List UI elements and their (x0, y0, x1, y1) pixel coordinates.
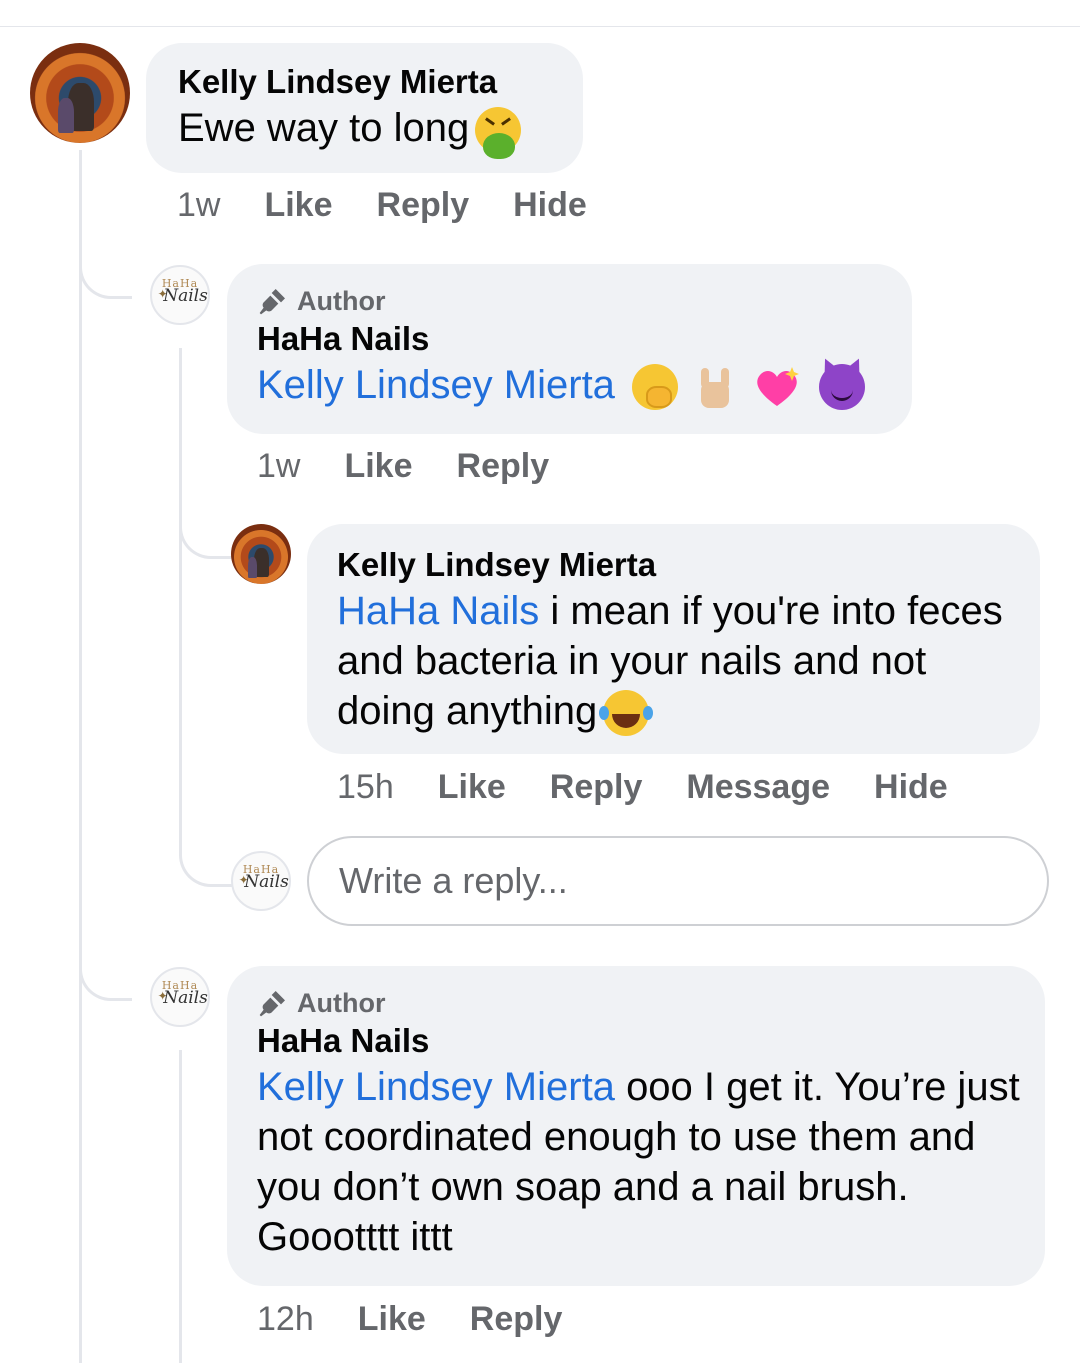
comment-time: 15h (337, 768, 394, 806)
avatar[interactable]: HaHa ✦ Nails (150, 265, 210, 325)
comment-time: 1w (257, 447, 301, 485)
hide-button[interactable]: Hide (874, 768, 948, 807)
comment-actions: 12h Like Reply (257, 1300, 606, 1339)
comment-text: Kelly Lindsey Mierta ooo I get it. You’r… (257, 1065, 1020, 1259)
thread-line-nested (179, 348, 182, 838)
author-badge: Author (257, 284, 912, 318)
thread-line-main (79, 150, 82, 1363)
hide-button[interactable]: Hide (513, 186, 587, 225)
avatar: HaHa ✦ Nails (231, 851, 291, 911)
thread-connector-3 (179, 820, 232, 887)
rock-on-hand-emoji (695, 364, 735, 410)
nauseated-vomit-emoji (475, 107, 522, 160)
top-divider (0, 0, 1080, 27)
reply-button[interactable]: Reply (550, 768, 643, 807)
comment-time: 1w (177, 186, 221, 224)
author-badge: Author (257, 986, 1045, 1020)
thread-connector-4 (79, 940, 132, 1001)
mention-link[interactable]: HaHa Nails (337, 589, 539, 633)
reply-input[interactable]: Write a reply... (307, 836, 1049, 926)
comment-author-name[interactable]: Kelly Lindsey Mierta (178, 61, 583, 103)
like-button[interactable]: Like (264, 186, 332, 225)
thread-connector-2 (179, 500, 232, 559)
comment-bubble: Author HaHa Nails Kelly Lindsey Mierta o… (227, 966, 1045, 1286)
mention-link[interactable]: Kelly Lindsey Mierta (257, 363, 615, 407)
comment-actions: 1w Like Reply (257, 447, 593, 486)
comment-time: 12h (257, 1300, 314, 1338)
smiling-devil-emoji (819, 356, 866, 411)
like-button[interactable]: Like (344, 447, 412, 486)
comment-author-name[interactable]: HaHa Nails (257, 1020, 1045, 1062)
thread-line-nested-2 (179, 1050, 182, 1363)
comment-actions: 15h Like Reply Message Hide (337, 768, 992, 807)
thread-connector-1 (79, 240, 132, 299)
comment-bubble: Kelly Lindsey Mierta HaHa Nails i mean i… (307, 524, 1040, 754)
like-button[interactable]: Like (438, 768, 506, 807)
sparkling-heart-emoji (752, 364, 802, 410)
reply-button[interactable]: Reply (457, 447, 550, 486)
comment-text: HaHa Nails i mean if you're into feces a… (337, 586, 1027, 737)
reply-placeholder: Write a reply... (339, 860, 568, 901)
like-button[interactable]: Like (358, 1300, 426, 1339)
comment-text: Ewe way to long (178, 103, 583, 160)
comment-bubble: Kelly Lindsey Mierta Ewe way to long (146, 43, 583, 173)
comment-bubble: Author HaHa Nails Kelly Lindsey Mierta (227, 264, 912, 434)
reply-button[interactable]: Reply (377, 186, 470, 225)
avatar[interactable] (231, 524, 291, 584)
yawning-face-emoji (632, 364, 679, 411)
comment-author-name[interactable]: HaHa Nails (257, 318, 912, 360)
comment-actions: 1w Like Reply Hide (177, 186, 631, 225)
reply-button[interactable]: Reply (470, 1300, 563, 1339)
avatar[interactable]: HaHa ✦ Nails (150, 967, 210, 1027)
comment-author-name[interactable]: Kelly Lindsey Mierta (337, 544, 1040, 586)
microphone-icon (259, 289, 285, 315)
avatar[interactable] (30, 43, 130, 143)
tears-of-joy-emoji (599, 690, 654, 737)
message-button[interactable]: Message (686, 768, 830, 807)
microphone-icon (259, 991, 285, 1017)
comment-text: Kelly Lindsey Mierta (257, 356, 912, 411)
mention-link[interactable]: Kelly Lindsey Mierta (257, 1065, 615, 1109)
